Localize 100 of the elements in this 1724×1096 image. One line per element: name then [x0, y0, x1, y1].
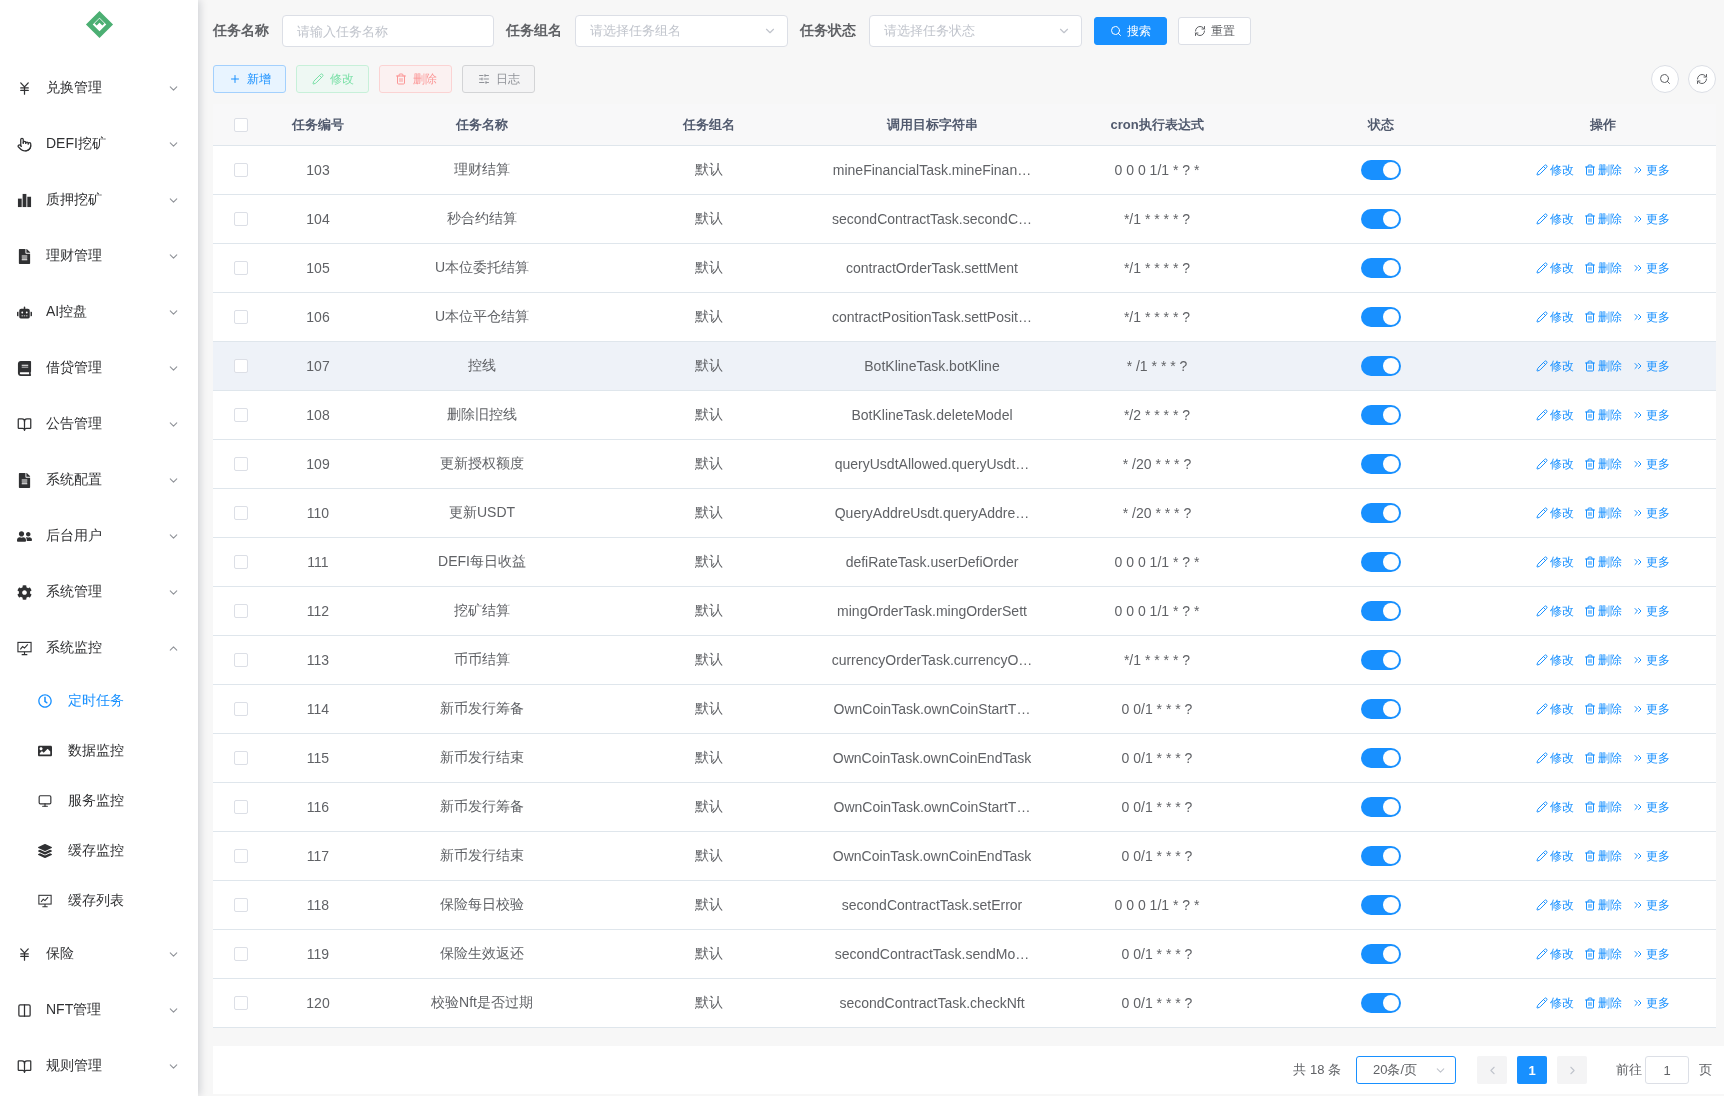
edit-link[interactable]: 修改: [1536, 455, 1574, 473]
checkbox[interactable]: [233, 604, 248, 618]
delete-link[interactable]: 删除: [1584, 308, 1622, 326]
delete-link[interactable]: 删除: [1584, 406, 1622, 424]
more-link[interactable]: 更多: [1632, 357, 1670, 375]
checkbox[interactable]: [233, 800, 248, 814]
edit-link[interactable]: 修改: [1536, 553, 1574, 571]
edit-link[interactable]: 修改: [1536, 602, 1574, 620]
checkbox[interactable]: [233, 359, 248, 373]
edit-link[interactable]: 修改: [1536, 259, 1574, 277]
menu-item[interactable]: 系统监控: [0, 620, 198, 676]
delete-link[interactable]: 删除: [1584, 357, 1622, 375]
page-input[interactable]: 1: [1645, 1056, 1689, 1084]
delete-link[interactable]: 删除: [1584, 553, 1622, 571]
edit-link[interactable]: 修改: [1536, 406, 1574, 424]
more-link[interactable]: 更多: [1632, 553, 1670, 571]
edit-link[interactable]: 修改: [1536, 896, 1574, 914]
toggle-switch[interactable]: [1361, 160, 1401, 180]
checkbox[interactable]: [233, 702, 248, 716]
more-link[interactable]: 更多: [1632, 847, 1670, 865]
submenu-item[interactable]: 数据监控: [0, 726, 198, 776]
delete-link[interactable]: 删除: [1584, 504, 1622, 522]
menu-item[interactable]: 系统配置: [0, 452, 198, 508]
edit-link[interactable]: 修改: [1536, 651, 1574, 669]
toggle-switch[interactable]: [1361, 993, 1401, 1013]
checkbox[interactable]: [233, 849, 248, 863]
more-link[interactable]: 更多: [1632, 798, 1670, 816]
toggle-switch[interactable]: [1361, 846, 1401, 866]
toggle-switch[interactable]: [1361, 258, 1401, 278]
checkbox[interactable]: [233, 996, 248, 1010]
more-link[interactable]: 更多: [1632, 749, 1670, 767]
checkbox[interactable]: [233, 310, 248, 324]
menu-item[interactable]: DEFI挖矿: [0, 116, 198, 172]
more-link[interactable]: 更多: [1632, 602, 1670, 620]
toggle-switch[interactable]: [1361, 405, 1401, 425]
toggle-switch[interactable]: [1361, 895, 1401, 915]
more-link[interactable]: 更多: [1632, 945, 1670, 963]
more-link[interactable]: 更多: [1632, 994, 1670, 1012]
more-link[interactable]: 更多: [1632, 161, 1670, 179]
log-button[interactable]: 日志: [462, 65, 535, 93]
edit-link[interactable]: 修改: [1536, 210, 1574, 228]
checkbox[interactable]: [233, 751, 248, 765]
search-toggle-button[interactable]: [1651, 65, 1679, 93]
menu-item[interactable]: 公告管理: [0, 396, 198, 452]
delete-link[interactable]: 删除: [1584, 798, 1622, 816]
toggle-switch[interactable]: [1361, 944, 1401, 964]
menu-item[interactable]: 系统管理: [0, 564, 198, 620]
submenu-item[interactable]: 服务监控: [0, 776, 198, 826]
refresh-button[interactable]: [1688, 65, 1716, 93]
checkbox[interactable]: [233, 555, 248, 569]
submenu-item[interactable]: 定时任务: [0, 676, 198, 726]
select-field[interactable]: 请选择任务状态: [869, 15, 1082, 47]
menu-item[interactable]: AI控盘: [0, 284, 198, 340]
more-link[interactable]: 更多: [1632, 308, 1670, 326]
menu-item[interactable]: 质押挖矿: [0, 172, 198, 228]
checkbox[interactable]: [233, 117, 248, 132]
text-input[interactable]: 请输入任务名称: [282, 15, 494, 47]
more-link[interactable]: 更多: [1632, 210, 1670, 228]
delete-link[interactable]: 删除: [1584, 651, 1622, 669]
delete-link[interactable]: 删除: [1584, 161, 1622, 179]
checkbox[interactable]: [233, 457, 248, 471]
checkbox[interactable]: [233, 898, 248, 912]
delete-link[interactable]: 删除: [1584, 896, 1622, 914]
edit-link[interactable]: 修改: [1536, 847, 1574, 865]
toggle-switch[interactable]: [1361, 209, 1401, 229]
edit-link[interactable]: 修改: [1536, 357, 1574, 375]
menu-item[interactable]: 兑换管理: [0, 60, 198, 116]
toggle-switch[interactable]: [1361, 748, 1401, 768]
more-link[interactable]: 更多: [1632, 455, 1670, 473]
page-number-button[interactable]: 1: [1517, 1056, 1547, 1084]
toggle-switch[interactable]: [1361, 454, 1401, 474]
checkbox[interactable]: [233, 163, 248, 177]
submenu-item[interactable]: 缓存监控: [0, 826, 198, 876]
delete-link[interactable]: 删除: [1584, 749, 1622, 767]
toggle-switch[interactable]: [1361, 699, 1401, 719]
search-button[interactable]: 搜索: [1094, 17, 1167, 45]
delete-link[interactable]: 删除: [1584, 455, 1622, 473]
delete-link[interactable]: 删除: [1584, 700, 1622, 718]
checkbox[interactable]: [233, 212, 248, 226]
checkbox[interactable]: [233, 653, 248, 667]
delete-link[interactable]: 删除: [1584, 210, 1622, 228]
toggle-switch[interactable]: [1361, 601, 1401, 621]
toggle-switch[interactable]: [1361, 307, 1401, 327]
checkbox[interactable]: [233, 261, 248, 275]
toggle-switch[interactable]: [1361, 650, 1401, 670]
delete-link[interactable]: 删除: [1584, 847, 1622, 865]
menu-item[interactable]: 借贷管理: [0, 340, 198, 396]
delete-link[interactable]: 删除: [1584, 945, 1622, 963]
submenu-item[interactable]: 缓存列表: [0, 876, 198, 926]
delete-link[interactable]: 删除: [1584, 259, 1622, 277]
checkbox[interactable]: [233, 947, 248, 961]
delete-link[interactable]: 删除: [1584, 994, 1622, 1012]
edit-link[interactable]: 修改: [1536, 161, 1574, 179]
edit-link[interactable]: 修改: [1536, 994, 1574, 1012]
toggle-switch[interactable]: [1361, 503, 1401, 523]
toggle-switch[interactable]: [1361, 797, 1401, 817]
more-link[interactable]: 更多: [1632, 504, 1670, 522]
checkbox[interactable]: [233, 506, 248, 520]
toggle-switch[interactable]: [1361, 356, 1401, 376]
menu-item[interactable]: 规则管理: [0, 1038, 198, 1094]
